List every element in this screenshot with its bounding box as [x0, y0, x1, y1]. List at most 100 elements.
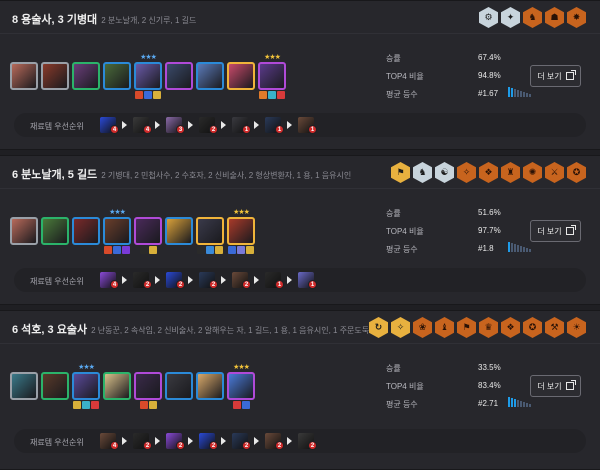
item-icon[interactable] — [232, 401, 241, 409]
item-icon[interactable] — [91, 401, 99, 409]
unit[interactable]: ★★★ — [72, 363, 100, 409]
component-item-icon[interactable]: 2 — [166, 272, 185, 289]
item-icon[interactable] — [82, 401, 90, 409]
component-item-icon[interactable]: 1 — [232, 117, 251, 134]
champion-portrait[interactable] — [10, 62, 38, 90]
trait-icon[interactable]: ✧ — [391, 317, 410, 338]
champion-portrait[interactable] — [258, 62, 286, 90]
unit[interactable] — [134, 208, 162, 254]
component-item-icon[interactable]: 2 — [232, 433, 251, 450]
champion-portrait[interactable] — [165, 217, 193, 245]
champion-portrait[interactable] — [227, 217, 255, 245]
champion-portrait[interactable] — [134, 62, 162, 90]
unit[interactable] — [10, 208, 38, 254]
unit[interactable] — [103, 53, 131, 99]
champion-portrait[interactable] — [103, 217, 131, 245]
component-item-icon[interactable]: 2 — [265, 433, 284, 450]
trait-icon[interactable]: ☗ — [545, 7, 564, 28]
trait-icon[interactable]: ✺ — [523, 162, 542, 183]
trait-icon[interactable]: ☯ — [435, 162, 454, 183]
item-icon[interactable] — [228, 246, 236, 254]
unit[interactable]: ★★★ — [227, 363, 255, 409]
unit[interactable]: ★★★ — [227, 208, 255, 254]
component-item-icon[interactable]: 1 — [298, 117, 317, 134]
champion-portrait[interactable] — [103, 372, 131, 400]
component-item-icon[interactable]: 2 — [298, 433, 317, 450]
item-icon[interactable] — [135, 91, 143, 99]
trait-icon[interactable]: ⚑ — [457, 317, 476, 338]
unit[interactable] — [10, 363, 38, 409]
component-item-icon[interactable]: 3 — [166, 117, 185, 134]
trait-icon[interactable]: ❖ — [479, 162, 498, 183]
item-icon[interactable] — [215, 246, 223, 254]
trait-icon[interactable]: ♝ — [435, 317, 454, 338]
component-item-icon[interactable]: 2 — [133, 272, 152, 289]
trait-icon[interactable]: ✪ — [523, 317, 542, 338]
trait-icon[interactable]: ⚒ — [545, 317, 564, 338]
more-button[interactable]: 더 보기 — [530, 220, 581, 242]
item-icon[interactable] — [139, 401, 148, 409]
unit[interactable] — [196, 208, 224, 254]
item-icon[interactable] — [148, 401, 157, 409]
unit[interactable] — [41, 208, 69, 254]
unit[interactable] — [227, 53, 255, 99]
item-icon[interactable] — [277, 91, 285, 99]
item-icon[interactable] — [197, 246, 205, 254]
trait-icon[interactable]: ✧ — [457, 162, 476, 183]
trait-icon[interactable]: ✪ — [567, 162, 586, 183]
unit[interactable] — [165, 53, 193, 99]
champion-portrait[interactable] — [41, 62, 69, 90]
unit[interactable] — [196, 363, 224, 409]
champion-portrait[interactable] — [72, 62, 100, 90]
unit[interactable] — [10, 53, 38, 99]
component-item-icon[interactable]: 2 — [199, 433, 218, 450]
trait-icon[interactable]: ♞ — [523, 7, 542, 28]
trait-icon[interactable]: ♞ — [413, 162, 432, 183]
component-item-icon[interactable]: 1 — [265, 272, 284, 289]
unit[interactable] — [134, 363, 162, 409]
unit[interactable] — [103, 363, 131, 409]
unit[interactable] — [72, 208, 100, 254]
component-item-icon[interactable]: 2 — [166, 433, 185, 450]
champion-portrait[interactable] — [227, 372, 255, 400]
champion-portrait[interactable] — [72, 217, 100, 245]
trait-icon[interactable]: ⚙ — [479, 7, 498, 28]
champion-portrait[interactable] — [196, 62, 224, 90]
champion-portrait[interactable] — [196, 217, 224, 245]
component-item-icon[interactable]: 1 — [298, 272, 317, 289]
trait-icon[interactable]: ⚔ — [545, 162, 564, 183]
trait-icon[interactable]: ♜ — [501, 162, 520, 183]
item-icon[interactable] — [144, 91, 152, 99]
item-icon[interactable] — [104, 246, 112, 254]
champion-portrait[interactable] — [10, 217, 38, 245]
item-icon[interactable] — [113, 246, 121, 254]
component-item-icon[interactable]: 1 — [265, 117, 284, 134]
component-item-icon[interactable]: 2 — [232, 272, 251, 289]
trait-icon[interactable]: ↻ — [369, 317, 388, 338]
champion-portrait[interactable] — [41, 372, 69, 400]
trait-icon[interactable]: ✦ — [501, 7, 520, 28]
trait-icon[interactable]: ❀ — [413, 317, 432, 338]
item-icon[interactable] — [73, 401, 81, 409]
champion-portrait[interactable] — [227, 62, 255, 90]
item-icon[interactable] — [139, 246, 148, 254]
trait-icon[interactable]: ❖ — [501, 317, 520, 338]
unit[interactable] — [41, 363, 69, 409]
trait-icon[interactable]: ✸ — [567, 7, 586, 28]
item-icon[interactable] — [237, 246, 245, 254]
item-icon[interactable] — [148, 246, 157, 254]
component-item-icon[interactable]: 2 — [199, 272, 218, 289]
champion-portrait[interactable] — [196, 372, 224, 400]
champion-portrait[interactable] — [103, 62, 131, 90]
champion-portrait[interactable] — [72, 372, 100, 400]
champion-portrait[interactable] — [165, 62, 193, 90]
unit[interactable]: ★★★ — [103, 208, 131, 254]
component-item-icon[interactable]: 4 — [100, 117, 119, 134]
unit[interactable] — [165, 363, 193, 409]
champion-portrait[interactable] — [134, 217, 162, 245]
item-icon[interactable] — [153, 91, 161, 99]
unit[interactable] — [165, 208, 193, 254]
unit[interactable]: ★★★ — [258, 53, 286, 99]
item-icon[interactable] — [246, 246, 254, 254]
trait-icon[interactable]: ☀ — [567, 317, 586, 338]
